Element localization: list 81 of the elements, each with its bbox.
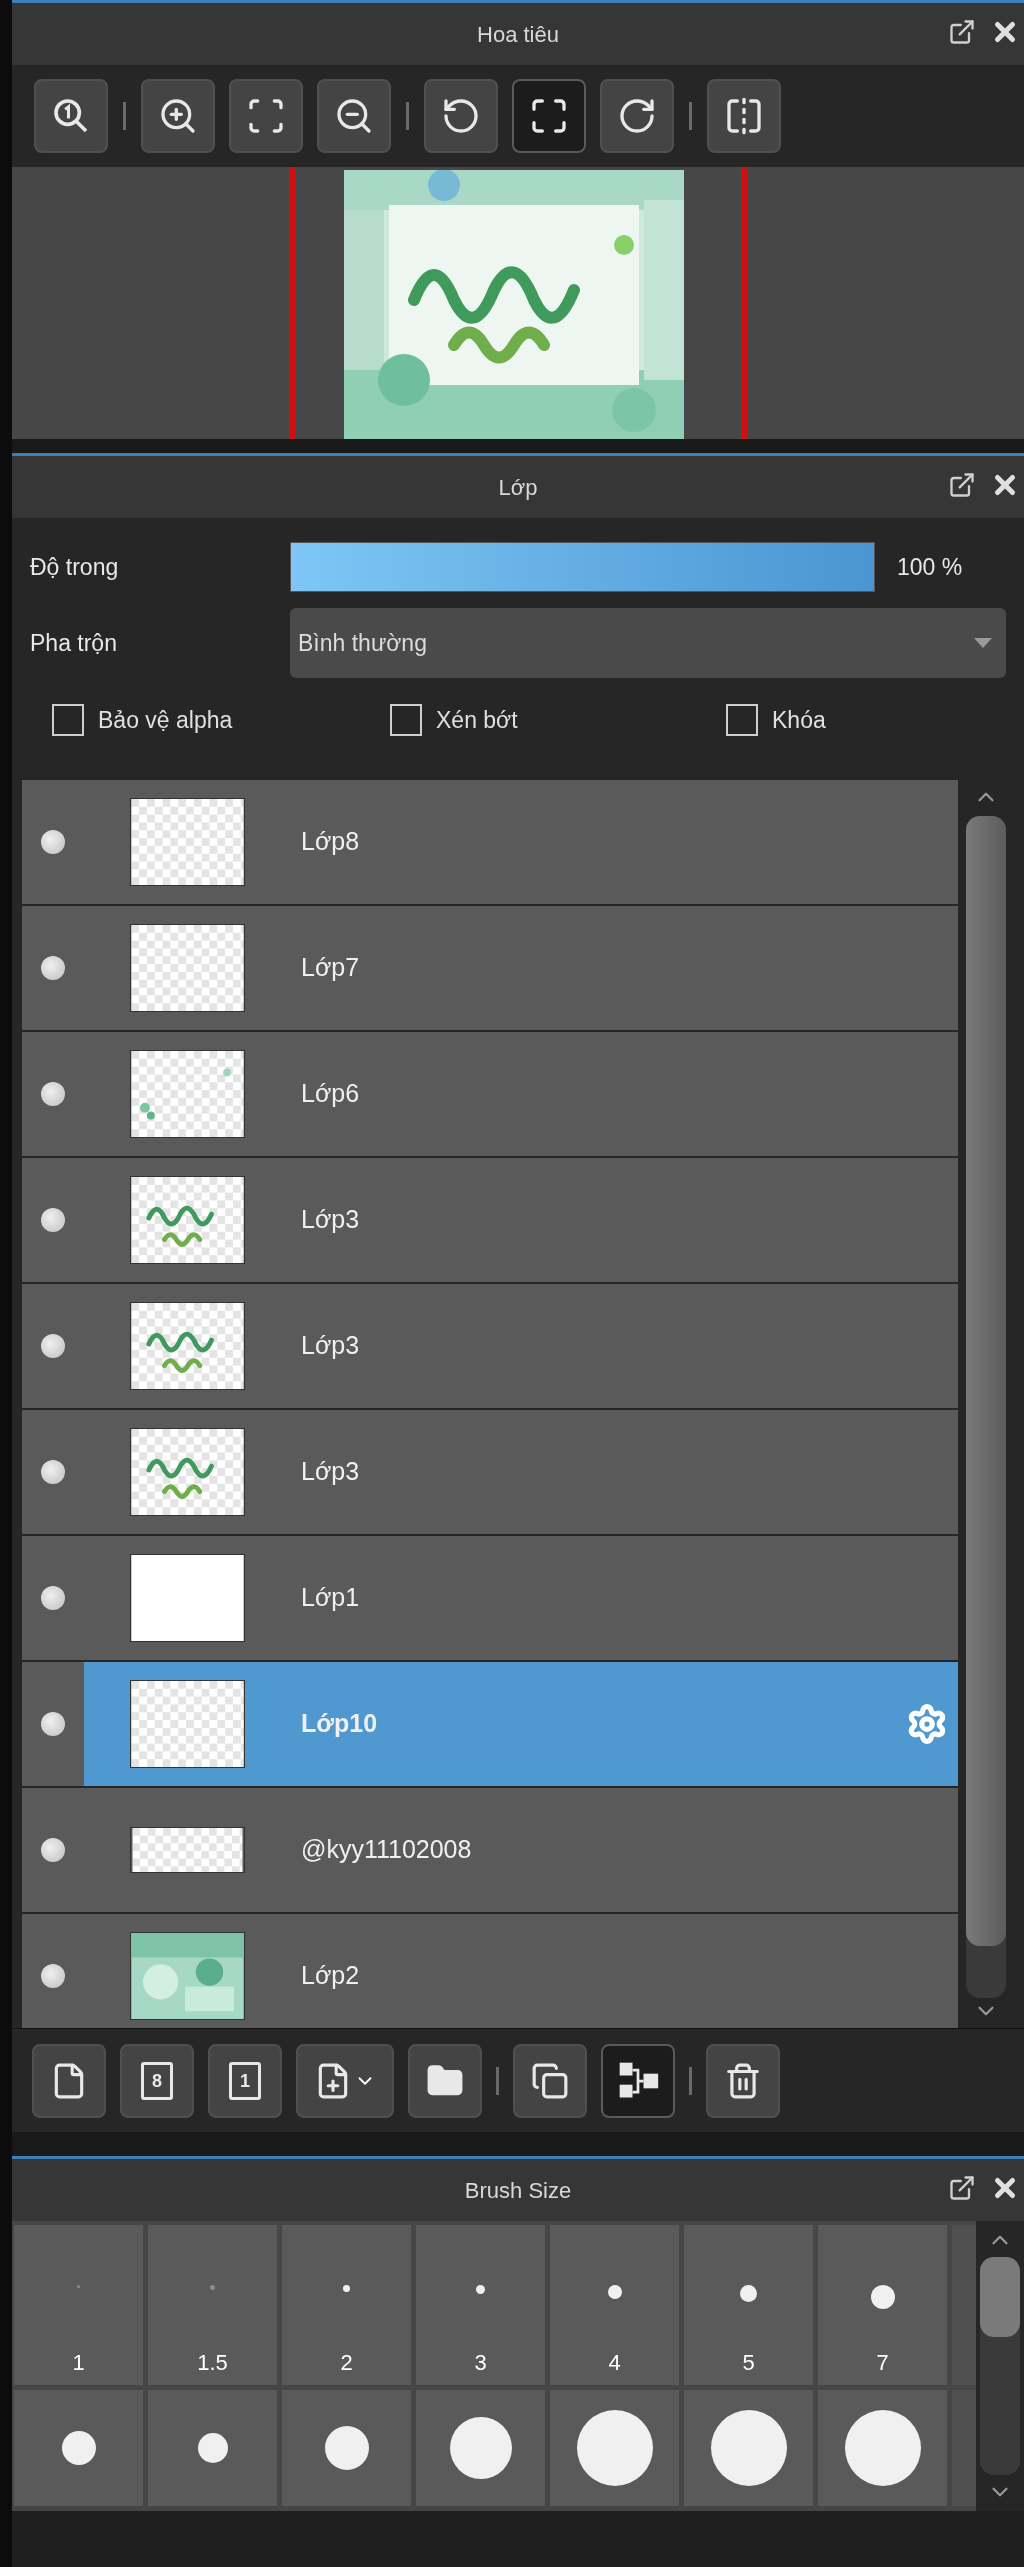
panel-title: Brush Size (464, 2176, 572, 2205)
undock-icon[interactable] (948, 2174, 976, 2202)
toolbar-button[interactable] (34, 79, 108, 153)
undock-icon[interactable] (948, 18, 976, 46)
brush-size-label: 3 (474, 2349, 487, 2377)
checkbox-label: Khóa (772, 705, 826, 735)
panel-title: Hoa tiêu (477, 20, 559, 49)
layer-name: Lớp10 (301, 1708, 378, 1740)
delete-icon (724, 2061, 762, 2100)
flip-icon (724, 96, 764, 136)
layer-name: @kyy11102008 (301, 1834, 472, 1866)
toolbar-button[interactable] (600, 79, 674, 153)
brush-size-label: 1 (72, 2349, 85, 2377)
opacity-slider-fill[interactable] (291, 543, 874, 591)
layer-name: Lớp6 (301, 1078, 360, 1110)
blend-label: Pha trộn (30, 628, 118, 658)
toolbar-button[interactable]: 8 (120, 2043, 194, 2118)
toolbar-button[interactable] (513, 2043, 587, 2118)
brush-size-option[interactable]: 7 (818, 2225, 947, 2385)
checkbox[interactable] (726, 704, 758, 736)
undock-icon[interactable] (948, 471, 976, 499)
toolbar-button[interactable] (32, 2043, 106, 2118)
checkbox-label: Xén bớt (436, 705, 518, 735)
numbered-page-icon: 8 (141, 2061, 173, 2100)
toolbar-button[interactable] (229, 79, 303, 153)
layer-name: Lớp3 (301, 1330, 360, 1362)
brush-size-option[interactable]: 2 (282, 2225, 411, 2385)
fit-icon (246, 96, 286, 136)
layer-name: Lớp1 (301, 1582, 360, 1614)
brush-size-label: 2 (340, 2349, 353, 2377)
brush-size-option[interactable]: 1 (14, 2225, 143, 2385)
layer-name: Lớp3 (301, 1456, 360, 1488)
layer-name: Lớp2 (301, 1960, 360, 1992)
brush-size-option[interactable] (282, 2390, 411, 2506)
checkbox[interactable] (390, 704, 422, 736)
brush-size-option[interactable] (416, 2390, 545, 2506)
brush-size-option[interactable]: 3 (416, 2225, 545, 2385)
rotate-right-icon (617, 96, 657, 136)
opacity-value: 100 % (897, 552, 963, 582)
brush-size-option[interactable] (14, 2390, 143, 2506)
settings-icon[interactable] (906, 1703, 948, 1745)
duplicate-icon (531, 2061, 569, 2100)
brush-size-option[interactable]: 1.5 (148, 2225, 277, 2385)
panel-title: Lớp (498, 473, 538, 502)
toolbar-button[interactable] (512, 79, 586, 153)
toolbar-button[interactable] (296, 2043, 394, 2118)
numbered-page-icon: 1 (229, 2061, 261, 2100)
rotate-left-icon (441, 96, 481, 136)
toolbar-button[interactable] (601, 2043, 675, 2118)
brush-size-label: 5 (742, 2349, 755, 2377)
toolbar-button[interactable] (408, 2043, 482, 2118)
navigator-preview[interactable] (12, 167, 1024, 439)
brush-size-option[interactable] (684, 2390, 813, 2506)
checkbox-label: Bảo vệ alpha (98, 705, 233, 735)
toolbar-button[interactable] (141, 79, 215, 153)
brush-size-label: 7 (876, 2349, 889, 2377)
brush-size-option[interactable] (550, 2390, 679, 2506)
opacity-label: Độ trong (30, 552, 120, 582)
brush-size-option[interactable] (818, 2390, 947, 2506)
toolbar-button[interactable] (707, 79, 781, 153)
checkbox[interactable] (52, 704, 84, 736)
scrollbar[interactable] (976, 2221, 1024, 2511)
brush-size-label: 1.5 (197, 2349, 228, 2377)
layer-name: Lớp3 (301, 1204, 360, 1236)
dropdown-arrow-icon (974, 638, 992, 648)
scrollbar-thumb[interactable] (980, 2257, 1020, 2337)
zoom-out-icon (334, 96, 374, 136)
layer-name: Lớp8 (301, 826, 360, 858)
scrollbar-thumb[interactable] (966, 816, 1006, 1946)
toolbar-button[interactable] (706, 2043, 780, 2118)
toolbar-button[interactable]: 1 (208, 2043, 282, 2118)
toolbar-button[interactable] (424, 79, 498, 153)
layer-name: Lớp7 (301, 952, 360, 984)
brush-size-option[interactable]: 4 (550, 2225, 679, 2385)
blend-dropdown[interactable]: Bình thường (290, 608, 1006, 678)
brush-size-option[interactable]: 5 (684, 2225, 813, 2385)
zoom-in-icon (158, 96, 198, 136)
toolbar-button[interactable] (317, 79, 391, 153)
fullscreen-icon (529, 96, 569, 136)
brush-size-label: 4 (608, 2349, 621, 2377)
brush-size-option[interactable] (148, 2390, 277, 2506)
